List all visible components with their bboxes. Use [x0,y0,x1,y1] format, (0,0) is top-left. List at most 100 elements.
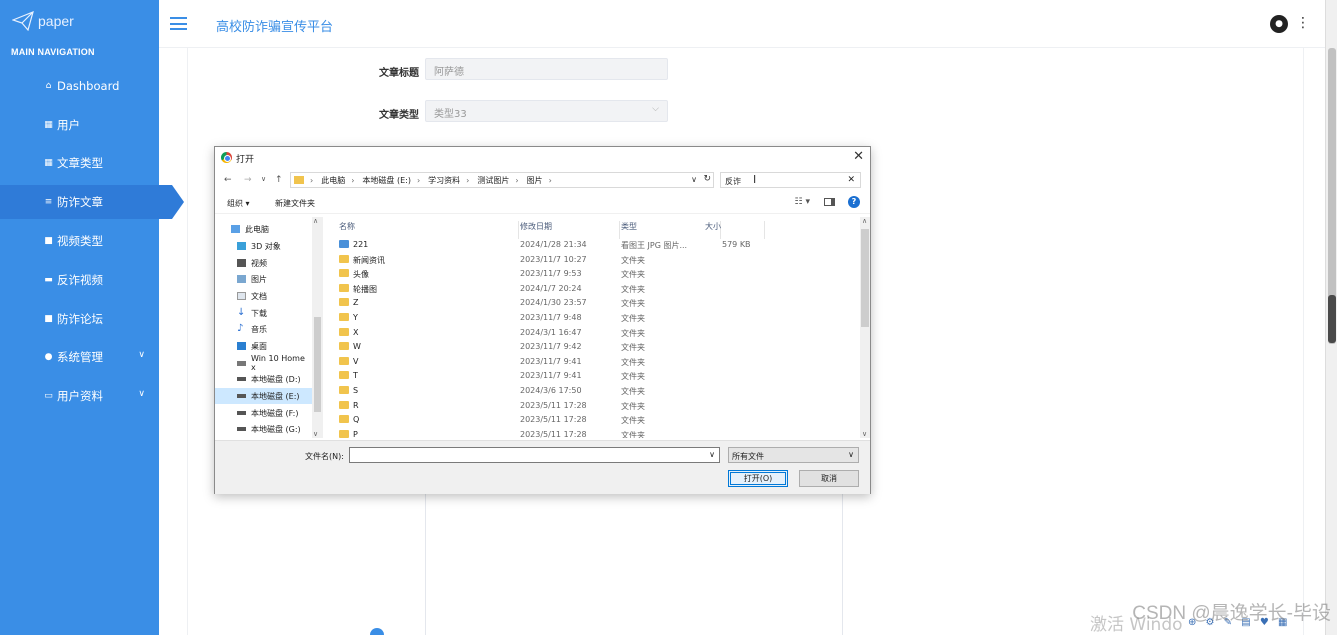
breadcrumb-separator: › [351,175,355,185]
file-row[interactable]: 新闻资讯 2023/11/7 10:27 文件夹 [325,253,861,268]
new-folder-button[interactable]: 新建文件夹 [275,198,315,209]
file-row[interactable]: 轮播图 2024/1/7 20:24 文件夹 [325,282,861,297]
organize-button[interactable]: 组织 ▾ [227,198,250,209]
file-type: 文件夹 [621,357,645,367]
close-icon[interactable]: ✕ [847,175,855,185]
menu-toggle-icon[interactable] [170,17,187,30]
file-name: 轮播图 [353,284,377,294]
file-type: 文件夹 [621,284,645,294]
home-icon: ⌂ [45,81,52,91]
file-row[interactable]: X 2024/3/1 16:47 文件夹 [325,326,861,341]
avatar[interactable]: ● [1270,15,1288,33]
tree-item[interactable]: 3D 对象 [215,238,312,254]
article-title-input[interactable]: 阿萨德 [425,58,668,80]
sidebar-item-fraud-videos[interactable]: ▬ 反诈视频 [0,263,159,297]
music-icon: ♪ [237,323,244,334]
csdn-watermark: CSDN @晨逸学长-毕设 [1132,603,1331,624]
chevron-up-icon[interactable]: ∧ [313,217,318,225]
file-date: 2023/11/7 10:27 [520,254,587,264]
file-row[interactable]: P 2023/5/11 17:28 文件夹 [325,428,861,438]
sidebar-item-article-types[interactable]: ▦ 文章类型 [0,146,159,180]
file-row[interactable]: 头像 2023/11/7 9:53 文件夹 [325,267,861,282]
address-bar[interactable]: › 此电脑 › 本地磁盘 (E:) › 学习资料 › 测试图片 › 图片 › ∨… [290,172,714,188]
tree-item[interactable]: 本地磁盘 (D:) [215,371,312,387]
search-input[interactable]: 反诈 I ✕ [720,172,861,188]
tree-item[interactable]: 本地磁盘 (F:) [215,405,312,421]
file-row[interactable]: R 2023/5/11 17:28 文件夹 [325,399,861,414]
computer-icon [231,225,240,233]
file-row[interactable]: V 2023/11/7 9:41 文件夹 [325,355,861,370]
forward-arrow-icon[interactable]: → [244,175,252,185]
breadcrumb-item[interactable]: 此电脑 [321,175,345,186]
filename-input[interactable]: ∨ [349,447,720,463]
back-arrow-icon[interactable]: ← [224,175,232,185]
breadcrumb-item[interactable]: 图片 [527,175,543,186]
preview-pane-icon[interactable] [824,198,835,206]
view-options-icon[interactable]: ☷ ▾ [795,197,810,207]
tree-item[interactable]: ♪ 音乐 [215,321,312,337]
more-vertical-icon[interactable]: ⋮ [1296,14,1310,32]
column-name[interactable]: 名称 [339,221,519,239]
file-row[interactable]: T 2023/11/7 9:41 文件夹 [325,369,861,384]
file-date: 2023/11/7 9:53 [520,269,582,279]
breadcrumb-item[interactable]: 本地磁盘 (E:) [362,175,411,186]
sidebar-item-forum[interactable]: ■ 防诈论坛 [0,302,159,336]
scrollbar-thumb[interactable] [861,229,869,327]
sidebar-item-fraud-articles[interactable]: ≡ 防诈文章 [0,185,184,219]
close-icon[interactable]: ✕ [853,149,864,164]
sidebar-item-dashboard[interactable]: ⌂ Dashboard [0,69,159,103]
sidebar-item-users[interactable]: ▦ 用户 [0,108,159,142]
tree-item-label: 音乐 [251,324,267,334]
file-row[interactable]: Z 2024/1/30 23:57 文件夹 [325,296,861,311]
tree-item[interactable]: 本地磁盘 (G:) [215,421,312,437]
cancel-button[interactable]: 取消 [799,470,859,487]
document-icon [237,292,246,300]
tree-item[interactable]: 图片 [215,271,312,287]
chevron-down-icon[interactable]: ∨ [313,430,318,438]
file-row[interactable]: Y 2023/11/7 9:48 文件夹 [325,311,861,326]
file-row[interactable]: 221 2024/1/28 21:34 看图王 JPG 图片... 579 KB [325,238,861,253]
chevron-down-icon[interactable]: ∨ [862,430,867,438]
chevron-down-icon: ∨ [848,450,854,459]
rich-text-editor[interactable] [425,493,843,635]
refresh-icon[interactable]: ↻ [703,174,711,184]
sidebar-item-video-types[interactable]: ■ 视频类型 [0,224,159,258]
up-arrow-icon[interactable]: ↑ [275,175,283,185]
tree-item[interactable]: 文档 [215,288,312,304]
page-scrollbar[interactable] [1325,0,1337,635]
scrollbar-thumb[interactable] [314,317,321,412]
briefcase-icon: ▬ [44,275,53,285]
column-size[interactable]: 大小 [705,221,765,239]
tree-item[interactable]: 视频 [215,255,312,271]
sidebar-item-user-profile[interactable]: ▭ 用户资料 ∨ [0,379,159,413]
breadcrumb-item[interactable]: 测试图片 [477,175,509,186]
dialog-titlebar[interactable]: 打开 ✕ [215,147,870,169]
open-button[interactable]: 打开(O) [728,470,788,487]
file-list-scrollbar[interactable]: ∧ ∨ [860,217,870,438]
article-type-select[interactable]: 类型33 ⌵ [425,100,668,122]
tree-item[interactable]: 本地磁盘 (E:) [215,388,312,404]
sidebar-item-system-management[interactable]: ● 系统管理 ∨ [0,340,159,374]
tree-item[interactable]: 此电脑 [215,221,312,237]
chevron-down-icon[interactable]: ∨ [709,450,715,459]
filetype-select[interactable]: 所有文件 ∨ [728,447,859,463]
tree-item[interactable]: 桌面 [215,338,312,354]
tree-scrollbar[interactable]: ∧ ∨ [312,217,323,438]
recent-dropdown-icon[interactable]: ∨ [261,175,266,183]
tree-item[interactable]: Win 10 Home x [215,354,312,372]
grid-icon: ▦ [44,158,53,168]
column-date[interactable]: 修改日期 [520,221,620,239]
help-icon[interactable]: ? [848,196,860,208]
file-type: 看图王 JPG 图片... [621,241,688,250]
chevron-down-icon[interactable]: ∨ [691,175,697,184]
file-type: 文件夹 [621,328,645,338]
breadcrumb-item[interactable]: 学习资料 [428,175,460,186]
chevron-up-icon[interactable]: ∧ [862,217,867,225]
file-row[interactable]: W 2023/11/7 9:42 文件夹 [325,340,861,355]
file-row[interactable]: Q 2023/5/11 17:28 文件夹 [325,413,861,428]
folder-icon [339,327,349,336]
logo[interactable]: paper [12,10,74,32]
file-row[interactable]: S 2024/3/6 17:50 文件夹 [325,384,861,399]
floating-action-dot[interactable] [370,628,384,635]
tree-item[interactable]: ↓ 下载 [215,305,312,321]
